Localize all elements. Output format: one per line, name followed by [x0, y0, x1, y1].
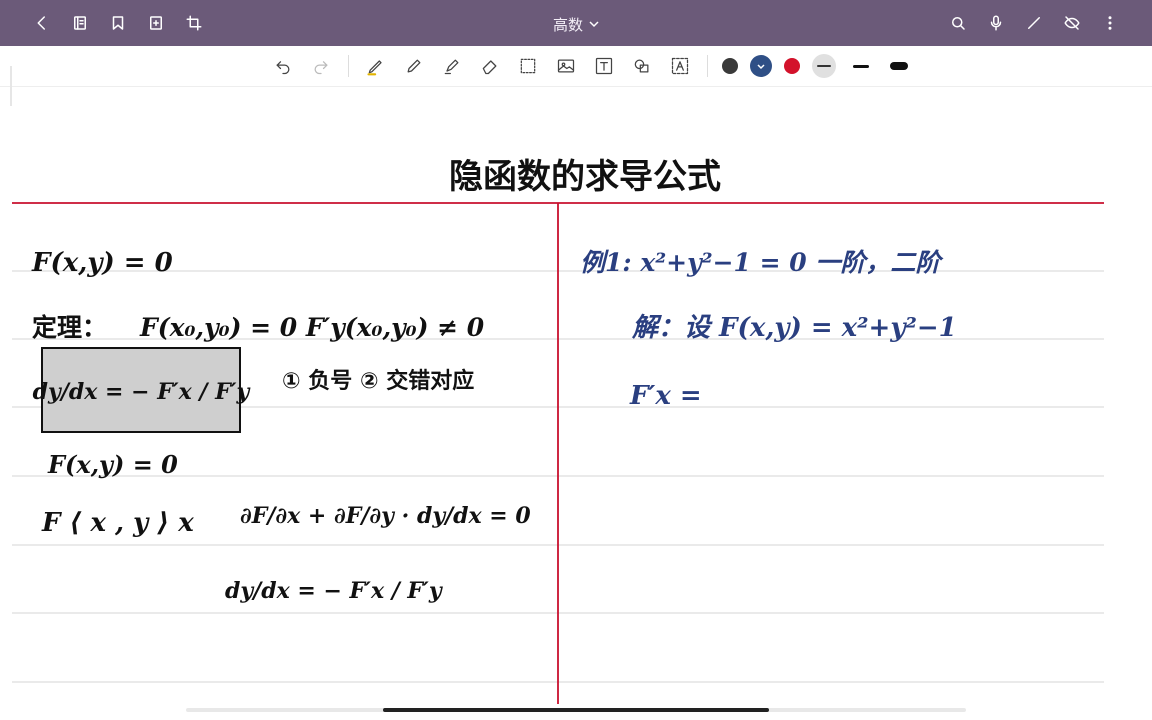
left-line-1: F(x,y) = 0 — [31, 248, 173, 278]
boxed-formula: dy/dx = − F′x / F′y — [33, 379, 252, 405]
page-scrollbar-thumb[interactable] — [383, 708, 769, 712]
result-formula: dy/dx = − F′x / F′y — [225, 578, 444, 604]
note-canvas[interactable]: 隐函数的求导公式 F(x,y) = 0 定理： F(x₀,y₀) = 0 F′y… — [0, 86, 1152, 706]
theorem-label: 定理： — [32, 313, 107, 342]
left-line-4: F(x,y) = 0 — [47, 450, 178, 479]
formula-notes: ① 负号 ② 交错对应 — [282, 368, 474, 394]
note-title: 隐函数的求导公式 — [449, 157, 721, 197]
lasso-select-icon[interactable] — [515, 54, 541, 78]
note-svg: 隐函数的求导公式 F(x,y) = 0 定理： F(x₀,y₀) = 0 F′y… — [12, 157, 1104, 704]
example-1: 例1: x²+y²−1 = 0 一阶，二阶 — [580, 248, 944, 277]
shape-icon[interactable] — [629, 54, 655, 78]
text-recognize-icon[interactable] — [667, 54, 693, 78]
eraser-icon[interactable] — [477, 54, 503, 78]
partial-x-line: F′x = — [629, 381, 702, 411]
highlighter-icon[interactable] — [439, 54, 465, 78]
stroke-medium-option[interactable] — [848, 54, 874, 78]
theorem-statement: F(x₀,y₀) = 0 F′y(x₀,y₀) ≠ 0 — [139, 313, 485, 342]
partial-equation: ∂F/∂x + ∂F/∂y · dy/dx = 0 — [240, 503, 531, 529]
mic-icon[interactable] — [984, 11, 1008, 35]
search-icon[interactable] — [946, 11, 970, 35]
thick-line-icon — [890, 62, 908, 70]
color-blue-swatch-selected[interactable] — [750, 55, 772, 77]
image-icon[interactable] — [553, 54, 579, 78]
stroke-thin-selected[interactable] — [812, 54, 836, 78]
color-red-swatch[interactable] — [784, 58, 800, 74]
undo-icon[interactable] — [270, 54, 296, 78]
color-dark-swatch[interactable] — [722, 58, 738, 74]
text-icon[interactable] — [591, 54, 617, 78]
toolbar-separator — [348, 55, 349, 77]
hide-icon[interactable] — [1060, 11, 1084, 35]
more-icon[interactable] — [1098, 11, 1122, 35]
notebook-title: 高数 — [552, 16, 583, 34]
thin-line-icon — [817, 65, 831, 67]
stroke-thick-option[interactable] — [886, 54, 912, 78]
chain-diagram: F ⟨ x , y ⟩ x — [41, 508, 194, 538]
fountain-pen-icon[interactable] — [401, 54, 427, 78]
pen-mode-icon[interactable] — [1022, 11, 1046, 35]
pen-icon[interactable] — [363, 54, 389, 78]
chevron-down-icon — [589, 14, 599, 32]
redo-icon[interactable] — [308, 54, 334, 78]
medium-line-icon — [853, 64, 869, 68]
drawing-toolbar — [0, 46, 1152, 87]
top-bar: 高数 — [0, 0, 1152, 46]
solution-line: 解：设 F(x,y) = x²+y²−1 — [631, 313, 957, 343]
toolbar-separator — [707, 55, 708, 77]
